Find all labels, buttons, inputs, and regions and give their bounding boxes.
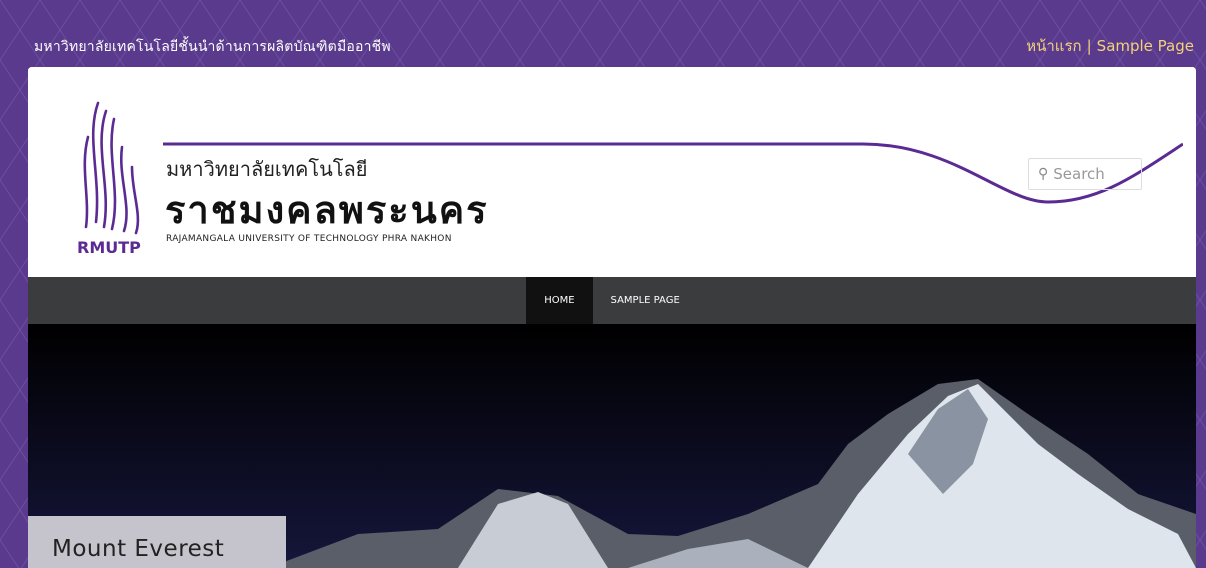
top-link-separator: | bbox=[1086, 37, 1092, 55]
nav-item-sample-page[interactable]: SAMPLE PAGE bbox=[593, 277, 698, 324]
page-container: RMUTP มหาวิทยาลัยเทคโนโลยี ราชมงคลพระนคร… bbox=[28, 67, 1196, 568]
top-link-home[interactable]: หน้าแรก bbox=[1026, 37, 1081, 55]
search-icon: ⚲ bbox=[1038, 166, 1049, 182]
university-name-thai-large: ราชมงคลพระนคร bbox=[165, 188, 489, 232]
nav-item-home[interactable]: HOME bbox=[526, 277, 593, 324]
slide-caption: Mount Everest bbox=[28, 516, 286, 568]
top-bar: มหาวิทยาลัยเทคโนโลยีชั้นนำด้านการผลิตบัณ… bbox=[0, 0, 1206, 66]
search-placeholder: Search bbox=[1053, 165, 1105, 183]
logo-text: RMUTP bbox=[77, 238, 141, 257]
hero-slider[interactable]: Mount Everest bbox=[28, 324, 1196, 568]
search-input[interactable]: ⚲ Search bbox=[1028, 158, 1142, 190]
slide-caption-text: Mount Everest bbox=[52, 536, 225, 562]
site-tagline: มหาวิทยาลัยเทคโนโลยีชั้นนำด้านการผลิตบัณ… bbox=[34, 39, 391, 55]
university-logo[interactable]: RMUTP bbox=[76, 97, 161, 257]
top-link-sample-page[interactable]: Sample Page bbox=[1097, 37, 1194, 55]
main-navigation: HOME SAMPLE PAGE bbox=[28, 277, 1196, 324]
site-header: RMUTP มหาวิทยาลัยเทคโนโลยี ราชมงคลพระนคร… bbox=[28, 67, 1196, 277]
top-links: หน้าแรก | Sample Page bbox=[1026, 34, 1194, 58]
university-name-english: RAJAMANGALA UNIVERSITY OF TECHNOLOGY PHR… bbox=[166, 234, 452, 244]
